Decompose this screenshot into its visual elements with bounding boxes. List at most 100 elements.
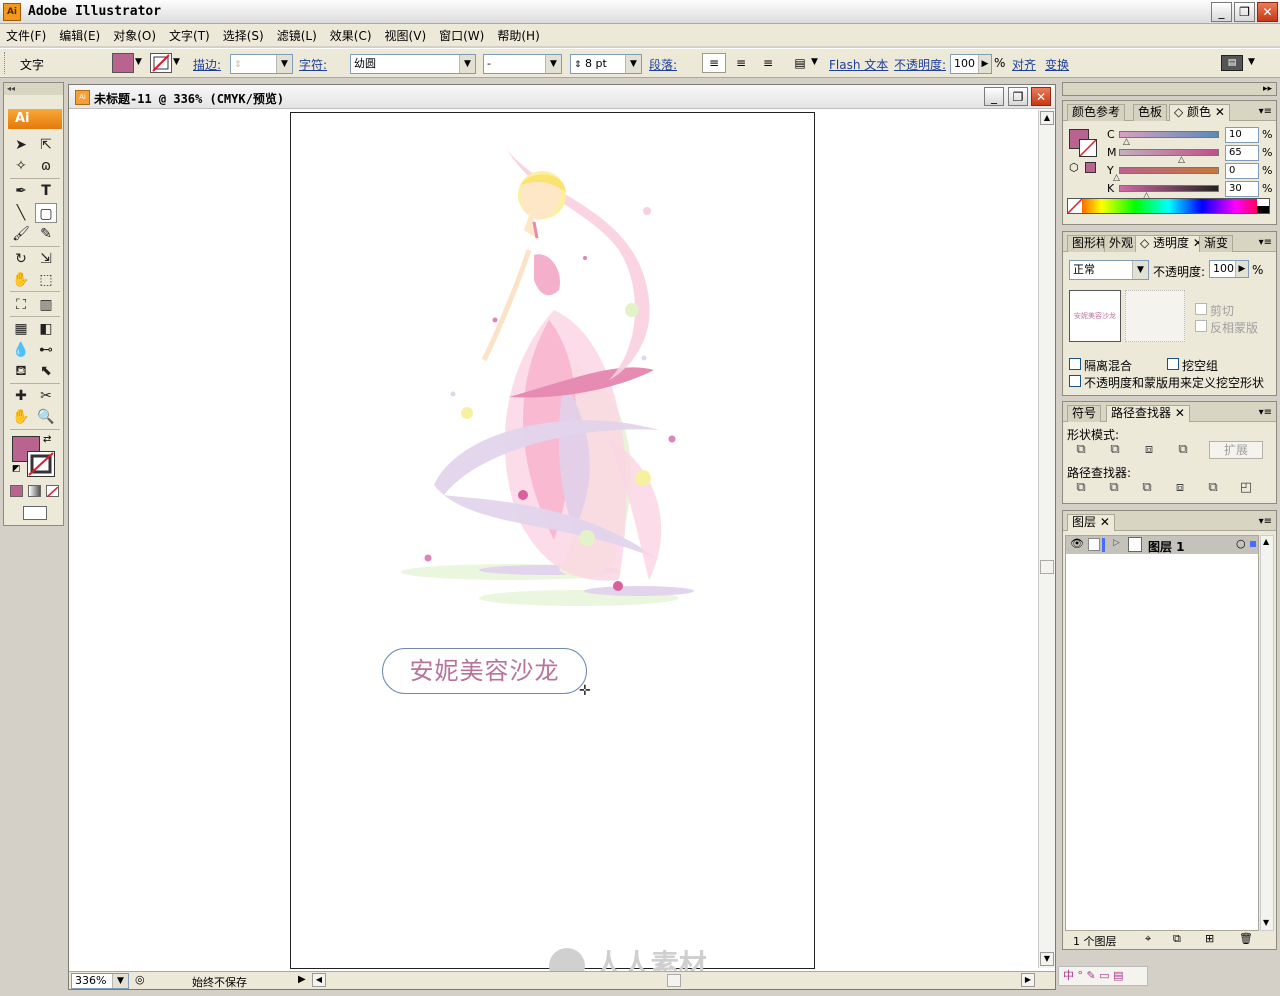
symbol-sprayer-tool-icon[interactable]: ⛶ xyxy=(10,295,32,315)
invert-mask-checkbox[interactable] xyxy=(1195,320,1207,332)
horizontal-scroll-thumb[interactable] xyxy=(667,974,681,987)
dock-expand-icon[interactable]: ▸▸ xyxy=(1263,83,1272,95)
menu-edit[interactable]: 编辑(E) xyxy=(59,27,100,44)
slider-thumb-icon[interactable]: △ xyxy=(1178,155,1185,165)
gradient-tool-icon[interactable]: ◧ xyxy=(35,319,57,339)
chevron-down-icon[interactable]: ▼ xyxy=(276,55,292,73)
tab-appearance[interactable]: 外观 xyxy=(1104,235,1139,252)
channel-slider-track[interactable] xyxy=(1119,131,1219,138)
scroll-down-arrow-icon[interactable]: ▼ xyxy=(1263,918,1269,927)
menu-file[interactable]: 文件(F) xyxy=(6,27,46,44)
make-clipping-mask-icon[interactable]: ⧉ xyxy=(1173,932,1181,946)
tab-transparency[interactable]: ◇ 透明度 ✕ xyxy=(1135,235,1208,252)
panel-menu-icon[interactable]: ▾≡ xyxy=(1259,106,1272,117)
lasso-tool-icon[interactable]: ɷ xyxy=(35,156,57,176)
channel-slider-track[interactable] xyxy=(1119,185,1219,192)
type-panel-icon[interactable]: 中 xyxy=(1063,969,1074,982)
hand-tool-icon[interactable]: ✋ xyxy=(10,407,32,427)
version-cue-icon[interactable]: ◎ xyxy=(135,973,145,986)
intersect-shape-icon[interactable]: ⧈ xyxy=(1139,441,1159,459)
text-wrap-icon[interactable]: ▤ xyxy=(788,53,812,73)
stroke-link[interactable]: 描边: xyxy=(193,56,221,73)
exclude-overlap-icon[interactable]: ⧉ xyxy=(1173,441,1193,459)
add-to-shape-icon[interactable]: ⧉ xyxy=(1071,441,1091,459)
panel-menu-icon[interactable]: ▾≡ xyxy=(1259,407,1272,418)
fill-color-swatch[interactable] xyxy=(112,53,134,73)
chevron-right-icon[interactable]: ▶ xyxy=(1235,261,1248,277)
tab-symbols[interactable]: 符号 xyxy=(1067,405,1102,422)
keyboard-panel-icon[interactable]: ▭ xyxy=(1099,969,1109,982)
channel-value-field[interactable]: 65 xyxy=(1225,145,1259,161)
live-paint-selection-tool-icon[interactable]: ⬉ xyxy=(35,361,57,381)
selection-tool-icon[interactable]: ➤ xyxy=(10,135,32,155)
minimize-button[interactable]: _ xyxy=(1211,2,1232,22)
menu-help[interactable]: 帮助(H) xyxy=(497,27,539,44)
locate-object-icon[interactable]: ⌖ xyxy=(1145,932,1151,946)
lock-toggle[interactable] xyxy=(1088,538,1100,551)
layer-name[interactable]: 图层 1 xyxy=(1148,538,1185,555)
font-size-field[interactable]: ⇕ 8 pt ▼ xyxy=(570,54,642,74)
clip-checkbox[interactable] xyxy=(1195,303,1207,315)
zoom-tool-icon[interactable]: 🔍 xyxy=(35,407,57,427)
expand-triangle-icon[interactable]: ▷ xyxy=(1113,538,1120,548)
blend-tool-icon[interactable]: ⊷ xyxy=(35,340,57,360)
object-thumbnail[interactable]: 安妮美容沙龙 xyxy=(1069,290,1121,342)
menu-view[interactable]: 视图(V) xyxy=(385,27,427,44)
direct-selection-tool-icon[interactable]: ⇱ xyxy=(35,135,57,155)
tab-color-guide[interactable]: 颜色参考 xyxy=(1067,104,1126,121)
type-tool-icon[interactable]: T xyxy=(35,181,57,201)
line-segment-tool-icon[interactable]: ╲ xyxy=(10,203,32,223)
black-swatch[interactable] xyxy=(1257,206,1269,213)
panel-dock-header[interactable]: ▸▸ xyxy=(1062,82,1277,96)
gamut-color-swatch[interactable] xyxy=(1085,162,1096,173)
control-bar-grip[interactable] xyxy=(4,52,7,74)
close-icon[interactable]: ✕ xyxy=(1215,105,1225,119)
trim-icon[interactable]: ⧉ xyxy=(1104,479,1124,497)
chevron-down-icon[interactable]: ▼ xyxy=(459,55,475,73)
opacity-mask-knockout-checkbox[interactable] xyxy=(1069,375,1081,387)
opacity-link[interactable]: 不透明度: xyxy=(894,56,946,73)
align-right-button[interactable]: ≡ xyxy=(756,53,780,73)
doc-close-button[interactable]: ✕ xyxy=(1031,87,1051,106)
mask-thumbnail[interactable] xyxy=(1125,290,1185,342)
doc-info-panel-icon[interactable]: ▤ xyxy=(1113,969,1123,982)
doc-maximize-button[interactable]: ❐ xyxy=(1008,87,1028,106)
color-spectrum-bar[interactable] xyxy=(1067,198,1270,214)
none-mode-button[interactable] xyxy=(46,485,59,498)
vertical-scroll-thumb[interactable] xyxy=(1040,560,1054,574)
out-of-gamut-cube-icon[interactable]: ⬡ xyxy=(1069,161,1079,174)
minus-back-icon[interactable]: ◰ xyxy=(1236,479,1256,497)
expand-button[interactable]: 扩展 xyxy=(1209,441,1263,459)
eye-icon[interactable]: 👁 xyxy=(1070,537,1084,550)
eyedropper-tool-icon[interactable]: 💧 xyxy=(10,340,32,360)
target-circle-icon[interactable]: ○ xyxy=(1236,537,1246,550)
panel-menu-icon[interactable]: ▾≡ xyxy=(1259,237,1272,248)
merge-icon[interactable]: ⧉ xyxy=(1137,479,1157,497)
pencil-tool-icon[interactable]: ✎ xyxy=(35,224,57,244)
scissors-tool-icon[interactable]: ✂ xyxy=(35,386,57,406)
selection-indicator[interactable] xyxy=(1250,541,1256,547)
chevron-down-icon[interactable]: ▼ xyxy=(112,974,128,988)
menu-type[interactable]: 文字(T) xyxy=(169,27,210,44)
fill-dropdown-arrow-icon[interactable]: ▼ xyxy=(135,57,142,67)
salon-girl-illustration[interactable] xyxy=(399,140,719,615)
control-menu-arrow-icon[interactable]: ▼ xyxy=(1248,57,1255,67)
text-wrap-dropdown-arrow-icon[interactable]: ▼ xyxy=(811,57,818,67)
stroke-dropdown-arrow-icon[interactable]: ▼ xyxy=(173,57,180,67)
channel-slider-track[interactable] xyxy=(1119,167,1219,174)
slider-thumb-icon[interactable]: △ xyxy=(1123,137,1130,147)
rotate-tool-icon[interactable]: ↻ xyxy=(10,249,32,269)
tab-swatches[interactable]: 色板 xyxy=(1133,104,1168,121)
menu-effect[interactable]: 效果(C) xyxy=(330,27,372,44)
knockout-group-checkbox[interactable] xyxy=(1167,358,1179,370)
tab-gradient[interactable]: 渐变 xyxy=(1199,235,1234,252)
font-family-select[interactable]: 幼圆 ▼ xyxy=(350,54,476,74)
menu-object[interactable]: 对象(O) xyxy=(113,27,156,44)
layers-scrollbar[interactable]: ▲ ▼ xyxy=(1260,535,1274,931)
slice-tool-icon[interactable]: ✚ xyxy=(10,386,32,406)
status-menu-arrow-icon[interactable]: ▶ xyxy=(298,974,306,985)
isolate-blending-checkbox[interactable] xyxy=(1069,358,1081,370)
divide-icon[interactable]: ⧉ xyxy=(1071,479,1091,497)
chevron-down-icon[interactable]: ▼ xyxy=(545,55,561,73)
paragraph-link[interactable]: 段落: xyxy=(649,56,677,73)
